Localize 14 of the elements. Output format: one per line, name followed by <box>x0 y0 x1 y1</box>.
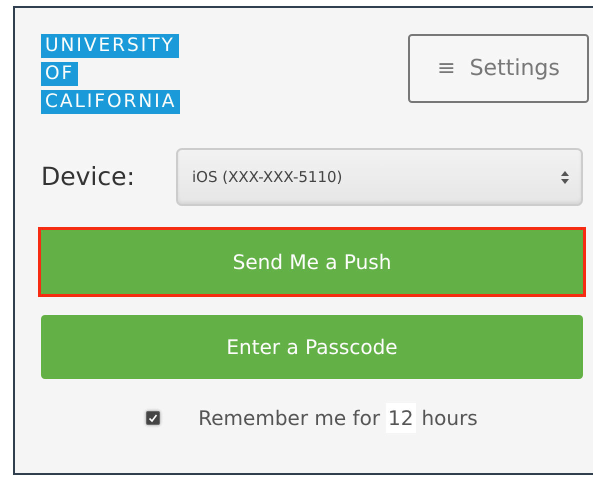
settings-button[interactable]: ≡ Settings <box>408 34 589 103</box>
action-button[interactable]: Enter a Passcode <box>41 315 583 379</box>
highlighted-action-button[interactable]: Send Me a Push <box>41 230 583 294</box>
select-arrows-icon <box>561 170 569 184</box>
remember-checkbox[interactable] <box>146 411 160 425</box>
hours-label: hours <box>422 405 478 432</box>
device-select[interactable]: iOS (XXX-XXX-5110) <box>176 148 583 206</box>
remember-label: Remember me for <box>198 405 380 432</box>
hours-field[interactable]: 12 <box>386 403 416 433</box>
logo-text: CALIFORNIA <box>41 90 180 114</box>
logo-text: UNIVERSITY <box>41 34 179 58</box>
logo-text: OF <box>41 62 78 86</box>
device-label: Device: <box>41 161 136 194</box>
menu-icon: ≡ <box>437 52 456 85</box>
